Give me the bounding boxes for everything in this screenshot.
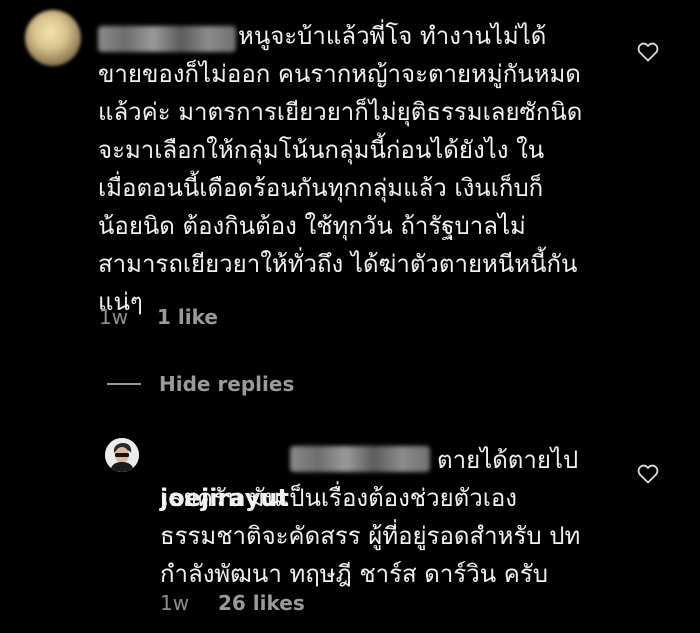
reply-first-line: ตายได้ตายไป — [437, 446, 579, 474]
hide-replies-button[interactable]: Hide replies — [107, 372, 294, 396]
comment-first-line: หนูจะบ้าแล้วพี่โจ ทำงานไม่ได้ — [238, 22, 547, 50]
commenter-name-redacted[interactable] — [98, 26, 236, 52]
reply-name-suffix-redacted — [290, 446, 430, 472]
reply-like-heart-icon[interactable] — [636, 462, 660, 486]
reply-body: เลยครับ มันเป็นเรื่องต้องช่วยตัวเอง ธรรม… — [160, 484, 581, 588]
comment-time: 1w — [99, 305, 129, 329]
comment-like-count[interactable]: 1 like — [157, 305, 218, 329]
commenter-avatar[interactable] — [25, 10, 81, 66]
person-avatar-icon — [105, 438, 139, 472]
reply-like-count[interactable]: 26 likes — [218, 591, 305, 615]
hide-replies-label: Hide replies — [159, 372, 295, 396]
reply-avatar[interactable] — [105, 438, 139, 472]
reply-meta: 1w 26 likes — [160, 591, 305, 615]
replies-divider-line — [107, 383, 141, 385]
like-heart-icon[interactable] — [636, 40, 660, 64]
reply-time: 1w — [160, 591, 190, 615]
comment-meta: 1w 1 like — [99, 305, 218, 329]
comment-body: ขายของก็ไม่ออก คนรากหญ้าจะตายหมู่กันหมด … — [98, 60, 583, 316]
